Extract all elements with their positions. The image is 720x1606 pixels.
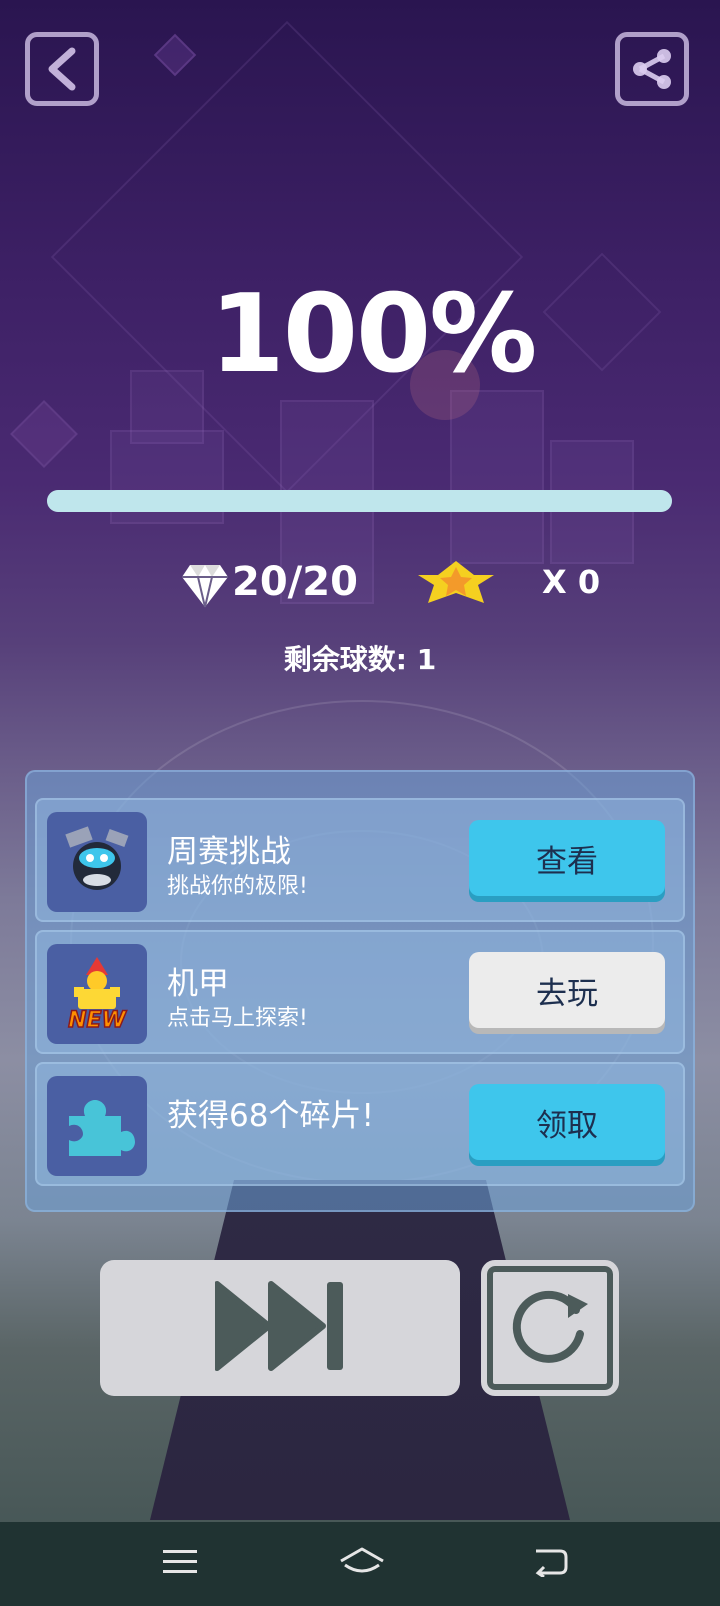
- back-button[interactable]: [25, 32, 99, 106]
- task-card-mecha: NEW 机甲 点击马上探索! 去玩: [35, 930, 685, 1054]
- retry-icon: [504, 1280, 596, 1376]
- stats-row: 20/20 X 0: [0, 555, 720, 615]
- completion-percent: 100%: [209, 272, 538, 397]
- new-mecha-icon: NEW: [47, 944, 147, 1044]
- home-button[interactable]: [340, 1544, 384, 1584]
- puzzle-piece-icon: [47, 1076, 147, 1176]
- gem-count: 20/20: [232, 559, 358, 605]
- home-icon: [339, 1547, 385, 1581]
- claim-button[interactable]: 领取: [469, 1084, 665, 1160]
- progress-bar: [47, 490, 672, 512]
- robot-ball-icon: [47, 812, 147, 912]
- menu-button[interactable]: [160, 1544, 200, 1584]
- task-card-weekly: 周赛挑战 挑战你的极限! 查看: [35, 798, 685, 922]
- view-button[interactable]: 查看: [469, 820, 665, 896]
- task-title: 周赛挑战: [167, 834, 291, 870]
- system-back-icon: [532, 1547, 568, 1581]
- star-badge-icon: [416, 555, 496, 611]
- skip-forward-icon: [214, 1278, 345, 1378]
- task-subtitle: 挑战你的极限!: [167, 874, 308, 899]
- task-title: 获得68个碎片!: [167, 1098, 374, 1134]
- task-card-fragments: 获得68个碎片! 领取: [35, 1062, 685, 1186]
- game-result-screen: 100% 20/20 X 0 剩余球数: 1 周赛挑战 挑战你的极限! 查看 N…: [0, 0, 720, 1606]
- system-back-button[interactable]: [530, 1544, 570, 1584]
- tasks-panel: 周赛挑战 挑战你的极限! 查看 NEW 机甲 点击马上探索! 去玩 获得68个碎…: [25, 770, 695, 1212]
- back-arrow-icon: [42, 47, 82, 91]
- system-navigation-bar: [0, 1522, 720, 1606]
- menu-icon: [163, 1548, 197, 1580]
- progress-bar-fill: [47, 490, 672, 512]
- task-subtitle: 点击马上探索!: [167, 1006, 308, 1031]
- share-icon: [628, 45, 676, 93]
- balls-remaining-label: 剩余球数: 1: [283, 643, 437, 676]
- diamond-icon: [180, 563, 230, 613]
- go-play-button[interactable]: 去玩: [469, 952, 665, 1028]
- share-button[interactable]: [615, 32, 689, 106]
- new-badge: NEW: [68, 1008, 127, 1033]
- task-title: 机甲: [167, 966, 229, 1002]
- star-count: X 0: [542, 563, 601, 601]
- next-level-button[interactable]: [100, 1260, 460, 1396]
- retry-button[interactable]: [481, 1260, 619, 1396]
